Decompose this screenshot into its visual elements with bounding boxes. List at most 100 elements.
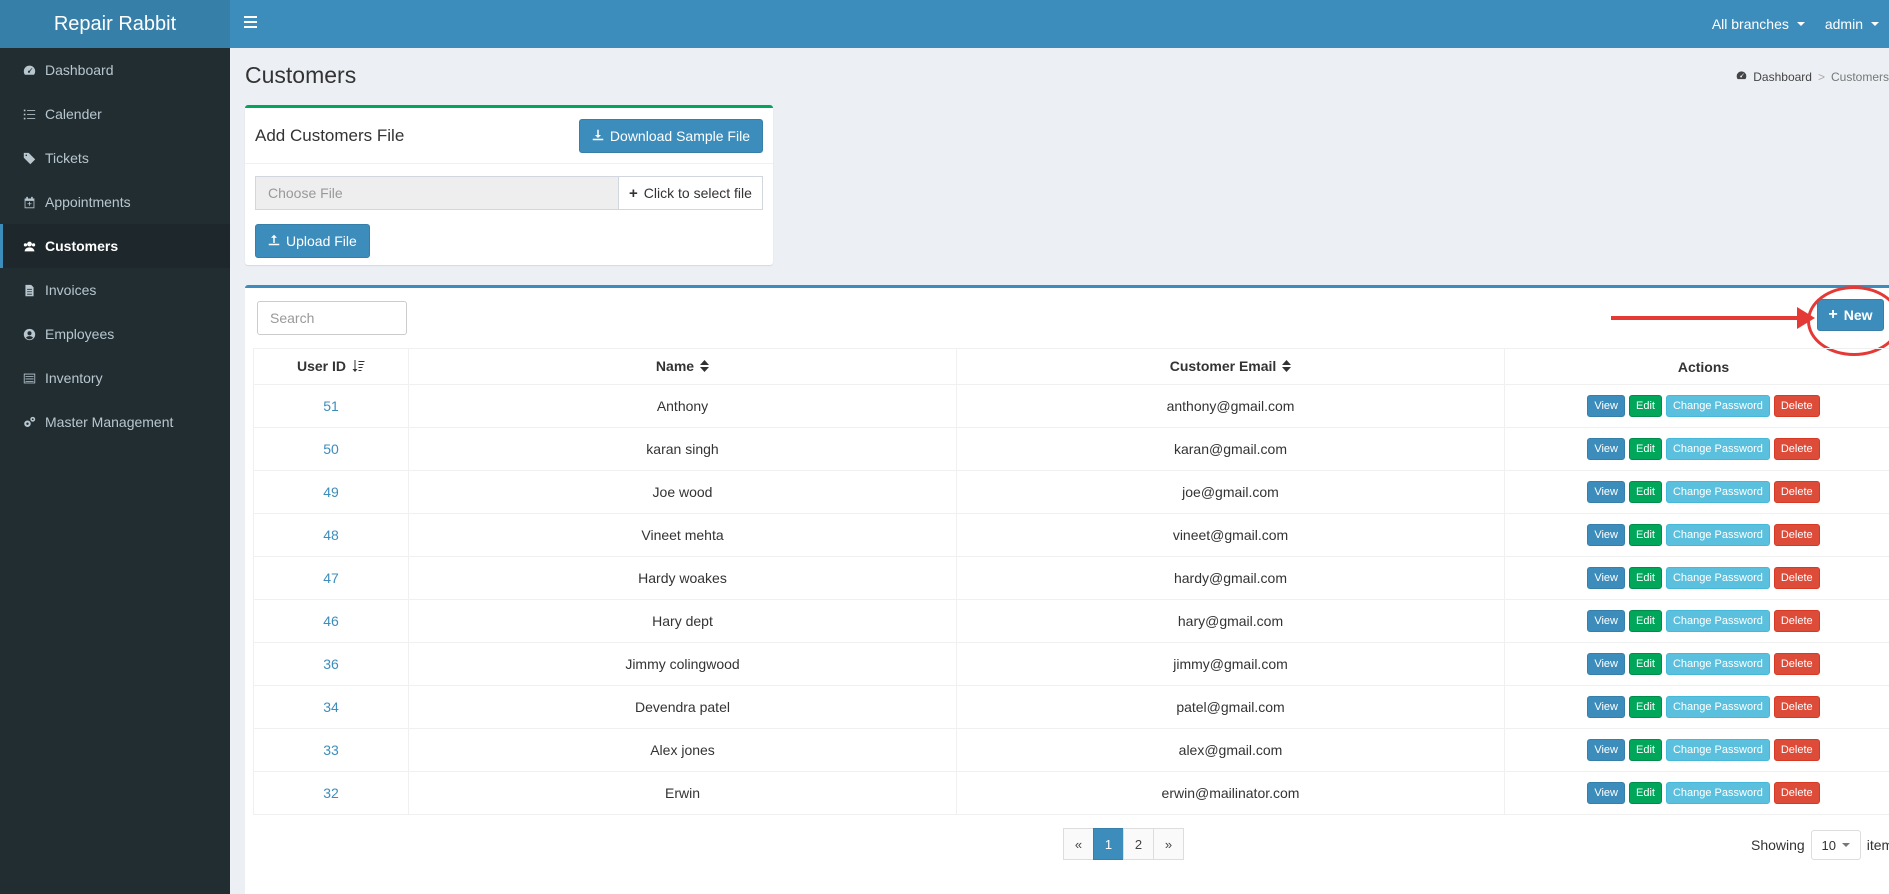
change-password-button[interactable]: Change Password: [1665, 524, 1770, 546]
edit-button[interactable]: Edit: [1629, 739, 1662, 761]
user-id-cell[interactable]: 46: [253, 599, 409, 643]
view-button[interactable]: View: [1587, 481, 1625, 503]
actions-cell: View Edit Change Password Delete: [1504, 685, 1889, 729]
change-password-button[interactable]: Change Password: [1665, 395, 1770, 417]
tag-icon: [21, 151, 37, 165]
user-id-cell[interactable]: 32: [253, 771, 409, 815]
view-button[interactable]: View: [1587, 395, 1625, 417]
delete-button[interactable]: Delete: [1773, 653, 1820, 675]
view-button[interactable]: View: [1587, 739, 1625, 761]
edit-button[interactable]: Edit: [1629, 782, 1662, 804]
sidebar-item-customers[interactable]: Customers: [0, 224, 230, 268]
branches-dropdown[interactable]: All branches: [1702, 16, 1815, 32]
delete-button[interactable]: Delete: [1773, 739, 1820, 761]
select-file-button[interactable]: + Click to select file: [619, 177, 762, 209]
name-cell: Erwin: [408, 771, 957, 815]
sidebar-item-label: Master Management: [45, 414, 174, 430]
view-button[interactable]: View: [1587, 567, 1625, 589]
view-button[interactable]: View: [1587, 524, 1625, 546]
dashboard-icon: [1736, 70, 1747, 84]
delete-button[interactable]: Delete: [1773, 696, 1820, 718]
page-size-select[interactable]: 10: [1810, 830, 1861, 860]
view-button[interactable]: View: [1587, 653, 1625, 675]
page-size-control: Showing 10 items: [1751, 830, 1889, 860]
table-row: 50 karan singh karan@gmail.com View Edit Chan…: [253, 427, 1889, 471]
user-id-cell[interactable]: 33: [253, 728, 409, 772]
column-header-user-id[interactable]: User ID: [253, 348, 409, 385]
sidebar-item-master-management[interactable]: Master Management: [0, 400, 230, 444]
file-picker[interactable]: Choose File + Click to select file: [255, 176, 763, 210]
sidebar-item-appointments[interactable]: Appointments: [0, 180, 230, 224]
showing-label: Showing: [1751, 837, 1805, 853]
user-id-cell[interactable]: 48: [253, 513, 409, 557]
change-password-button[interactable]: Change Password: [1665, 696, 1770, 718]
menu-toggle-icon[interactable]: [244, 13, 264, 33]
actions-cell: View Edit Change Password Delete: [1504, 771, 1889, 815]
change-password-button[interactable]: Change Password: [1665, 438, 1770, 460]
edit-button[interactable]: Edit: [1629, 395, 1662, 417]
column-header-email[interactable]: Customer Email: [956, 348, 1505, 385]
change-password-button[interactable]: Change Password: [1665, 481, 1770, 503]
user-id-cell[interactable]: 36: [253, 642, 409, 686]
user-id-cell[interactable]: 49: [253, 470, 409, 514]
edit-button[interactable]: Edit: [1629, 610, 1662, 632]
upload-file-label: Upload File: [286, 233, 357, 249]
upload-file-button[interactable]: Upload File: [255, 224, 370, 258]
delete-button[interactable]: Delete: [1773, 438, 1820, 460]
view-button[interactable]: View: [1587, 782, 1625, 804]
sidebar-item-inventory[interactable]: Inventory: [0, 356, 230, 400]
view-button[interactable]: View: [1587, 438, 1625, 460]
sidebar-item-invoices[interactable]: Invoices: [0, 268, 230, 312]
delete-button[interactable]: Delete: [1773, 524, 1820, 546]
change-password-button[interactable]: Change Password: [1665, 782, 1770, 804]
edit-button[interactable]: Edit: [1629, 524, 1662, 546]
email-cell: alex@gmail.com: [956, 728, 1505, 772]
view-button[interactable]: View: [1587, 610, 1625, 632]
edit-button[interactable]: Edit: [1629, 696, 1662, 718]
upload-box-header: Add Customers File Download Sample File: [245, 108, 773, 164]
user-id-cell[interactable]: 47: [253, 556, 409, 600]
sidebar-item-employees[interactable]: Employees: [0, 312, 230, 356]
sidebar-item-dashboard[interactable]: Dashboard: [0, 48, 230, 92]
email-cell: vineet@gmail.com: [956, 513, 1505, 557]
delete-button[interactable]: Delete: [1773, 395, 1820, 417]
view-button[interactable]: View: [1587, 696, 1625, 718]
change-password-button[interactable]: Change Password: [1665, 653, 1770, 675]
edit-button[interactable]: Edit: [1629, 438, 1662, 460]
pagination-prev[interactable]: «: [1063, 828, 1094, 860]
edit-button[interactable]: Edit: [1629, 481, 1662, 503]
pagination-next[interactable]: »: [1153, 828, 1184, 860]
email-cell: joe@gmail.com: [956, 470, 1505, 514]
delete-button[interactable]: Delete: [1773, 481, 1820, 503]
column-header-label: Name: [655, 357, 695, 374]
chevron-down-icon: [1841, 843, 1850, 847]
user-id-cell[interactable]: 34: [253, 685, 409, 729]
change-password-button[interactable]: Change Password: [1665, 610, 1770, 632]
delete-button[interactable]: Delete: [1773, 610, 1820, 632]
delete-button[interactable]: Delete: [1773, 567, 1820, 589]
breadcrumb-home[interactable]: Dashboard: [1753, 70, 1812, 84]
pagination-page-1[interactable]: 1: [1093, 828, 1124, 860]
edit-button[interactable]: Edit: [1629, 653, 1662, 675]
pagination-page-2[interactable]: 2: [1123, 828, 1154, 860]
customers-table: User ID Name Customer Email Actions 51 An…: [253, 348, 1889, 815]
column-header-name[interactable]: Name: [408, 348, 957, 385]
change-password-button[interactable]: Change Password: [1665, 567, 1770, 589]
edit-button[interactable]: Edit: [1629, 567, 1662, 589]
delete-button[interactable]: Delete: [1773, 782, 1820, 804]
user-id-cell[interactable]: 50: [253, 427, 409, 471]
search-input[interactable]: [257, 301, 407, 335]
app-logo[interactable]: Repair Rabbit: [0, 0, 230, 48]
sidebar-item-tickets[interactable]: Tickets: [0, 136, 230, 180]
sort-desc-icon: [352, 359, 365, 375]
list-icon: [21, 107, 37, 121]
download-sample-button[interactable]: Download Sample File: [578, 118, 763, 153]
sidebar-item-calender[interactable]: Calender: [0, 92, 230, 136]
upload-box: Add Customers File Download Sample File …: [245, 105, 773, 265]
table-row: 47 Hardy woakes hardy@gmail.com View Edit Cha…: [253, 556, 1889, 600]
file-name-field[interactable]: Choose File: [256, 177, 619, 209]
user-id-cell[interactable]: 51: [253, 384, 409, 428]
calendar-plus-icon: [21, 195, 37, 209]
change-password-button[interactable]: Change Password: [1665, 739, 1770, 761]
user-menu[interactable]: admin: [1815, 16, 1889, 32]
